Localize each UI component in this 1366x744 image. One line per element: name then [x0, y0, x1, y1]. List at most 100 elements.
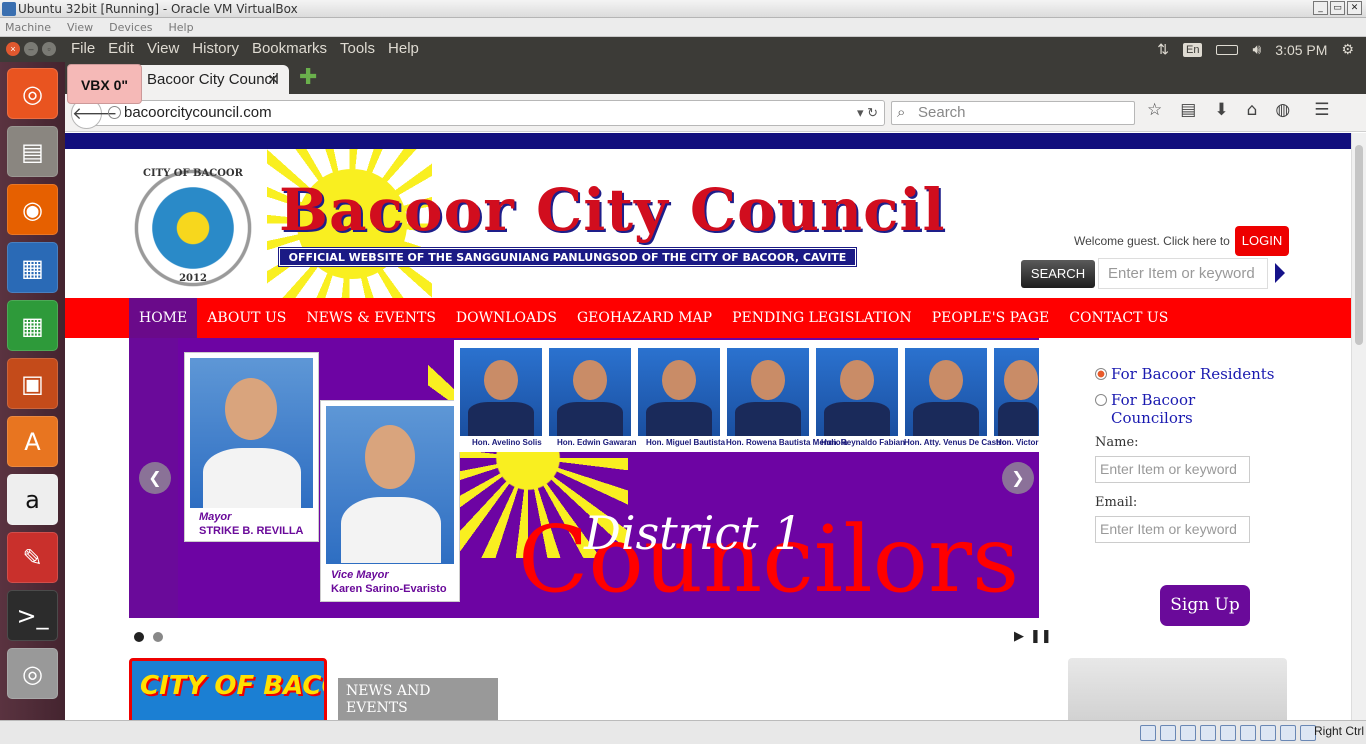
ubuntu-icon[interactable]: ◎	[7, 68, 58, 119]
email-field[interactable]: Enter Item or keyword	[1095, 516, 1250, 543]
shared-folders-icon[interactable]	[1200, 725, 1216, 741]
nav-home[interactable]: HOME	[129, 298, 198, 338]
site-search-input[interactable]: Enter Item or keyword	[1098, 258, 1268, 289]
files-icon[interactable]: ▤	[7, 126, 58, 177]
network-adapter-icon[interactable]	[1260, 725, 1276, 741]
amazon-icon[interactable]: a	[7, 474, 58, 525]
hamburger-menu-icon[interactable]: ☰	[1314, 100, 1329, 120]
nav-geohazard-map[interactable]: GEOHAZARD MAP	[567, 298, 722, 338]
nav-peoples-page[interactable]: PEOPLE'S PAGE	[922, 298, 1060, 338]
menu-file[interactable]: File	[71, 37, 95, 61]
optical-drive-icon[interactable]	[1160, 725, 1176, 741]
sidebar-widget-box	[1068, 658, 1287, 720]
nav-pending-legislation[interactable]: PENDING LEGISLATION	[722, 298, 922, 338]
downloads-icon[interactable]: ⬇	[1214, 100, 1228, 120]
menu-view[interactable]: View	[147, 37, 179, 61]
writer-icon[interactable]: ▦	[7, 242, 58, 293]
mayor-photo: Mayor STRIKE B. REVILLA	[184, 352, 319, 542]
reading-list-icon[interactable]: ▤	[1180, 100, 1196, 120]
menu-tools[interactable]: Tools	[340, 37, 375, 61]
display-icon[interactable]	[1220, 725, 1236, 741]
hdd-icon[interactable]	[1140, 725, 1156, 741]
slider-dot-2[interactable]	[153, 632, 163, 642]
menu-help[interactable]: Help	[169, 18, 194, 36]
vice-mayor-role: Vice Mayor	[331, 569, 389, 581]
slider-dots	[134, 632, 163, 642]
host-key-label: Right Ctrl	[1313, 724, 1364, 738]
maximize-window-icon[interactable]: ▫	[42, 42, 56, 56]
terminal-icon[interactable]: >_	[7, 590, 58, 641]
browser-search-box[interactable]: ⌕ Search	[891, 101, 1135, 125]
slider-next-icon[interactable]: ❯	[1002, 462, 1034, 494]
radio-unselected-icon[interactable]	[1095, 394, 1107, 406]
radio-selected-icon[interactable]	[1095, 368, 1107, 380]
reload-icon[interactable]: ▾ ↻	[857, 101, 878, 125]
impress-icon[interactable]: ▣	[7, 358, 58, 409]
ubuntu-top-panel: × – ▫ File Edit View History Bookmarks T…	[0, 37, 1366, 62]
usb-icon[interactable]	[1180, 725, 1196, 741]
slider-dot-1[interactable]	[134, 632, 144, 642]
url-text[interactable]: bacoorcitycouncil.com	[124, 104, 272, 121]
new-tab-icon[interactable]: ✚	[299, 67, 317, 89]
nav-about-us[interactable]: ABOUT US	[197, 298, 296, 338]
menu-bookmarks[interactable]: Bookmarks	[252, 37, 327, 61]
menu-history[interactable]: History	[192, 37, 239, 61]
search-icon: ⌕	[897, 104, 906, 121]
page-scrollbar[interactable]	[1351, 133, 1366, 720]
name-field[interactable]: Enter Item or keyword	[1095, 456, 1250, 483]
close-button[interactable]: ✕	[1347, 1, 1362, 15]
city-promo-banner[interactable]: CITY OF BACOOR	[129, 658, 327, 720]
menu-machine[interactable]: Machine	[5, 18, 51, 36]
sign-up-button[interactable]: Sign Up	[1160, 585, 1250, 626]
nav-news-events[interactable]: NEWS & EVENTS	[296, 298, 446, 338]
home-icon[interactable]: ⌂	[1247, 100, 1258, 120]
capture-icon[interactable]	[1240, 725, 1256, 741]
settings-icon[interactable]: ✎	[7, 532, 58, 583]
promo-text: CITY OF BACOOR	[140, 671, 324, 701]
keyboard-layout-indicator[interactable]: En	[1183, 42, 1203, 57]
menu-help[interactable]: Help	[388, 37, 419, 61]
bookmark-star-icon[interactable]: ☆	[1147, 100, 1162, 120]
site-search-button[interactable]: SEARCH	[1021, 260, 1095, 288]
nav-downloads[interactable]: DOWNLOADS	[446, 298, 567, 338]
seal-top-text: CITY OF BACOOR	[143, 168, 243, 179]
battery-icon[interactable]	[1216, 44, 1239, 55]
site-identity-icon[interactable]	[108, 106, 121, 119]
city-seal-logo	[131, 166, 255, 290]
menu-edit[interactable]: Edit	[108, 37, 134, 61]
firefox-icon[interactable]: ◉	[7, 184, 58, 235]
session-gear-icon[interactable]: ⚙	[1341, 41, 1354, 58]
restore-button[interactable]: ▭	[1330, 1, 1345, 15]
nav-contact-us[interactable]: CONTACT US	[1059, 298, 1178, 338]
firefox-window: Bacoor City Council ✕ ✚ VBX 0" 🡐 bacoorc…	[65, 62, 1366, 720]
software-center-icon[interactable]: A	[7, 416, 58, 467]
menu-devices[interactable]: Devices	[109, 18, 152, 36]
navigation-toolbar: 🡐 bacoorcitycouncil.com ▾ ↻ ⌕ Search ☆ ▤…	[65, 94, 1366, 132]
slider-prev-icon[interactable]: ❮	[139, 462, 171, 494]
scrollbar-thumb[interactable]	[1355, 145, 1363, 345]
system-indicators: ⇅ En 🔊︎ 3:05 PM ⚙	[1157, 37, 1354, 62]
vice-mayor-name: Karen Sarino-Evaristo	[331, 583, 447, 595]
dvd-icon[interactable]: ◎	[7, 648, 58, 699]
pause-icon[interactable]: ❚❚	[1030, 629, 1052, 644]
minimize-window-icon[interactable]: –	[24, 42, 38, 56]
clock[interactable]: 3:05 PM	[1275, 42, 1327, 58]
minimize-button[interactable]: _	[1313, 1, 1328, 15]
chat-icon[interactable]: ◍	[1275, 100, 1290, 120]
close-window-icon[interactable]: ×	[6, 42, 20, 56]
radio-councilors[interactable]: For Bacoor Councilors	[1095, 391, 1275, 427]
tab-title: Bacoor City Council	[147, 71, 279, 88]
mouse-integration-icon[interactable]	[1280, 725, 1296, 741]
play-icon[interactable]: ▶	[1014, 629, 1024, 644]
close-tab-icon[interactable]: ✕	[267, 65, 279, 94]
network-icon[interactable]: ⇅	[1157, 41, 1169, 58]
volume-icon[interactable]: 🔊︎	[1252, 41, 1261, 58]
menu-view[interactable]: View	[67, 18, 93, 36]
login-button[interactable]: LOGIN	[1235, 226, 1289, 256]
browser-search-placeholder[interactable]: Search	[918, 104, 966, 121]
news-and-events-heading[interactable]: NEWS AND EVENTS	[338, 678, 498, 720]
calc-icon[interactable]: ▦	[7, 300, 58, 351]
search-go-arrow-icon[interactable]	[1275, 263, 1285, 283]
url-bar[interactable]: 🡐 bacoorcitycouncil.com ▾ ↻	[71, 98, 885, 129]
radio-residents[interactable]: For Bacoor Residents	[1095, 365, 1275, 383]
